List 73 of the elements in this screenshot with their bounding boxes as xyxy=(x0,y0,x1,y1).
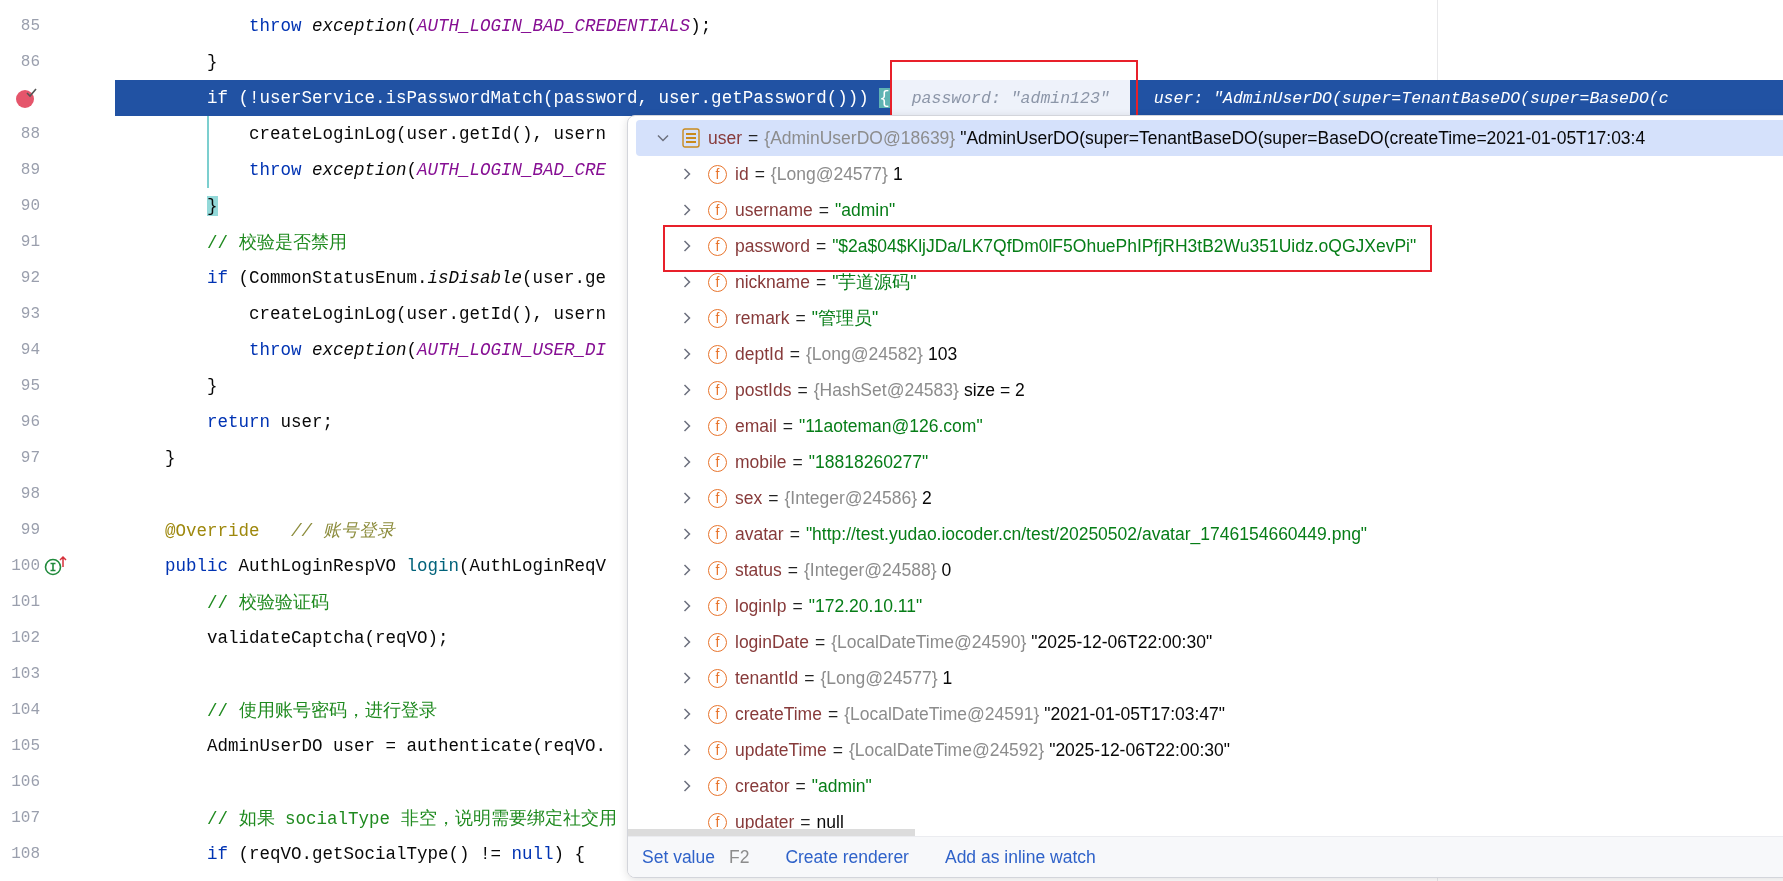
code-line: throw exception(AUTH_LOGIN_BAD_CREDENTIALS); xyxy=(248,16,712,36)
object-icon xyxy=(682,128,700,148)
popup-action-link[interactable]: Set value xyxy=(642,846,715,868)
popup-action-link[interactable]: Create renderer xyxy=(785,846,909,868)
line-number: 93 xyxy=(20,305,40,323)
field-text: avatar = "http://test.yudao.iocoder.cn/test/20250502/avatar_1746154660449.png" xyxy=(735,523,1368,545)
variable-text: user = {AdminUserDO@18639} "AdminUserDO(super=TenantBaseDO(super=BaseDO(createTime=2021-01-05T17:03:4 xyxy=(708,127,1646,149)
field-text: sex = {Integer@24586} 2 xyxy=(735,487,932,509)
line-number: 86 xyxy=(20,53,40,71)
line-number: 88 xyxy=(20,125,40,143)
code-line: createLoginLog(user.getId(), usern xyxy=(248,124,607,144)
field-text: nickname = "芋道源码" xyxy=(735,271,917,294)
breakpoint-icon[interactable] xyxy=(15,87,37,109)
line-number: 96 xyxy=(20,413,40,431)
line-number: 100 xyxy=(11,557,40,575)
code-line: // 校验是否禁用 xyxy=(206,232,347,254)
popup-action-link[interactable]: Add as inline watch xyxy=(944,846,1096,868)
field-text: loginDate = {LocalDateTime@24590} "2025-12-06T22:00:30" xyxy=(735,631,1213,653)
code-line: } xyxy=(164,448,176,468)
code-line: if (reqVO.getSocialType() != null) { xyxy=(206,844,586,864)
code-line: // 校验验证码 xyxy=(206,592,329,614)
field-text: tenantId = {Long@24577} 1 xyxy=(735,667,953,689)
line-number: 89 xyxy=(20,161,40,179)
field-text: remark = "管理员" xyxy=(735,307,879,330)
field-text: username = "admin" xyxy=(735,199,896,221)
code-line: // 使用账号密码，进行登录 xyxy=(206,700,437,722)
code-line: throw exception(AUTH_LOGIN_BAD_CRE xyxy=(248,160,607,180)
field-text: status = {Integer@24588} 0 xyxy=(735,559,952,581)
implements-icon[interactable] xyxy=(44,555,68,577)
field-text: createTime = {LocalDateTime@24591} "2021-01-05T17:03:47" xyxy=(735,703,1226,725)
line-number: 91 xyxy=(20,233,40,251)
line-number: 90 xyxy=(20,197,40,215)
field-text: creator = "admin" xyxy=(735,775,872,797)
field-text: updater = null xyxy=(735,811,844,833)
field-text: deptId = {Long@24582} 103 xyxy=(735,343,958,365)
code-line: return user; xyxy=(206,412,334,432)
line-number: 92 xyxy=(20,269,40,287)
code-line: AdminUserDO user = authenticate(reqVO. xyxy=(206,736,607,756)
code-line: if (!userService.isPasswordMatch(password, user.getPassword())) { xyxy=(206,88,890,108)
field-text: email = "11aoteman@126.com" xyxy=(735,415,983,437)
line-number: 107 xyxy=(11,809,40,827)
line-number: 97 xyxy=(20,449,40,467)
field-text: loginIp = "172.20.10.11" xyxy=(735,595,923,617)
tree-row[interactable]: user = {AdminUserDO@18639} "AdminUserDO(super=TenantBaseDO(super=BaseDO(createTime=2021-01-05T17:03:4 xyxy=(636,120,1783,156)
line-number: 94 xyxy=(20,341,40,359)
code-line: } xyxy=(206,52,218,72)
inline-value-hint: user: "AdminUserDO(super=TenantBaseDO(super=BaseDO(c xyxy=(1153,87,1669,110)
field-text: id = {Long@24577} 1 xyxy=(735,163,903,185)
code-line: } xyxy=(206,376,218,396)
code-line: throw exception(AUTH_LOGIN_USER_DI xyxy=(248,340,607,360)
code-line: // 如果 socialType 非空，说明需要绑定社交用 xyxy=(206,808,617,830)
line-number: 98 xyxy=(20,485,40,503)
line-number: 103 xyxy=(11,665,40,683)
line-number: 99 xyxy=(20,521,40,539)
line-number: 95 xyxy=(20,377,40,395)
field-text: password = "$2a$04$KljJDa/LK7QfDm0lF5OhuePhIPfjRH3tB2Wu351Uidz.oQGJXevPi" xyxy=(735,235,1417,257)
line-number: 106 xyxy=(11,773,40,791)
line-number: 101 xyxy=(11,593,40,611)
code-line: validateCaptcha(reqVO); xyxy=(206,628,449,648)
horizontal-scrollbar[interactable] xyxy=(628,829,915,836)
code-line: @Override // 账号登录 xyxy=(164,520,395,542)
line-number: 85 xyxy=(20,17,40,35)
code-line: if (CommonStatusEnum.isDisable(user.ge xyxy=(206,268,607,288)
line-number: 102 xyxy=(11,629,40,647)
code-line: createLoginLog(user.getId(), usern xyxy=(248,304,607,324)
line-number: 105 xyxy=(11,737,40,755)
code-line: public AuthLoginRespVO login(AuthLoginReqV xyxy=(164,556,607,576)
field-text: mobile = "18818260277" xyxy=(735,451,929,473)
field-text: postIds = {HashSet@24583} size = 2 xyxy=(735,379,1025,401)
line-number: 108 xyxy=(11,845,40,863)
shortcut-hint: F2 xyxy=(728,846,750,868)
line-number: 104 xyxy=(11,701,40,719)
field-text: updateTime = {LocalDateTime@24592} "2025-12-06T22:00:30" xyxy=(735,739,1230,761)
